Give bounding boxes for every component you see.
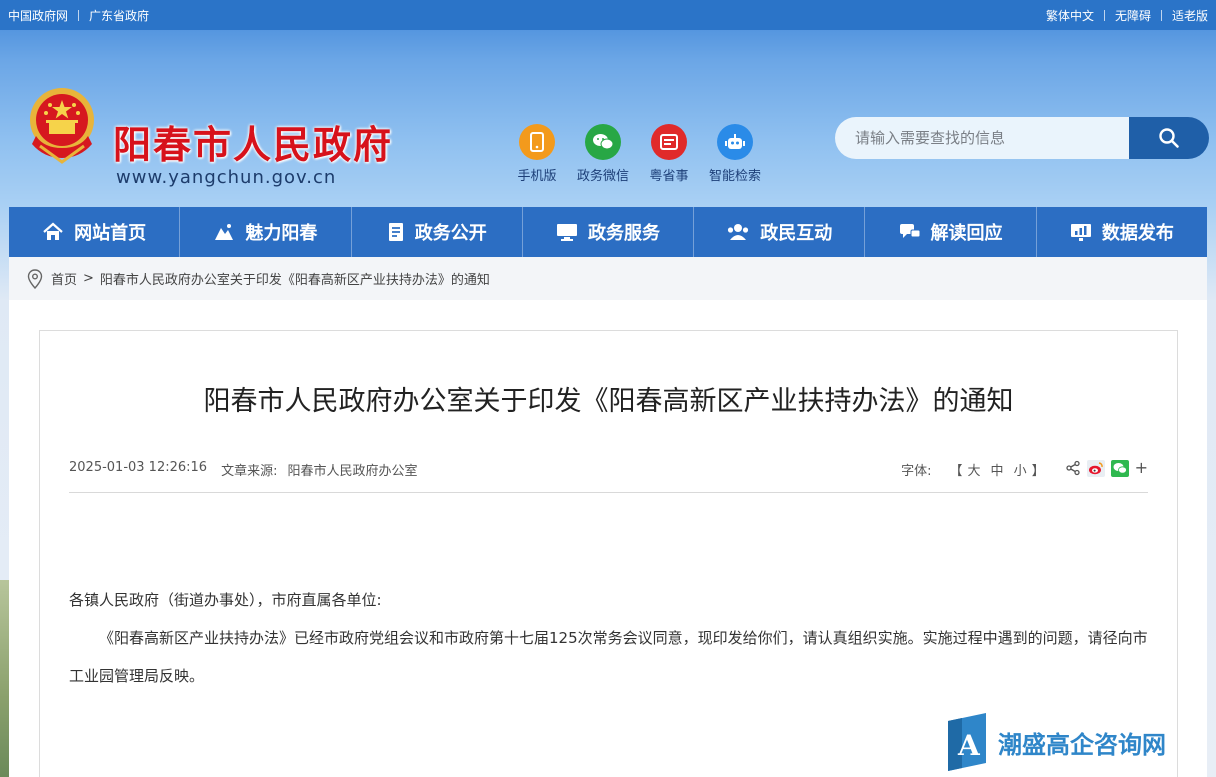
nav-item-interaction[interactable]: 政民互动	[694, 207, 866, 257]
national-emblem-icon	[30, 88, 94, 164]
article-paragraph: 《阳春高新区产业扶持办法》已经市政府党组会议和市政府第十七届125次常务会议同意…	[69, 629, 1148, 685]
search-input[interactable]	[835, 117, 1129, 159]
landscape-icon	[215, 224, 234, 240]
site-url: www.yangchun.gov.cn	[116, 167, 337, 188]
app-label: 政务微信	[576, 169, 629, 184]
search-icon	[1159, 128, 1179, 148]
link-traditional-chinese[interactable]: 繁体中文	[1046, 7, 1094, 24]
article-body: 各镇人民政府（街道办事处），市府直属各单位: 《阳春高新区产业扶持办法》已经市政…	[69, 581, 1148, 695]
watermark-logo-icon: A	[948, 713, 986, 771]
divider	[1103, 9, 1105, 21]
top-bar: 中国政府网 广东省政府 繁体中文 无障碍 适老版	[0, 0, 1216, 30]
chat-icon	[899, 224, 921, 238]
monitor-icon	[556, 224, 577, 241]
font-size-label: 字体:	[901, 464, 932, 479]
breadcrumb-home[interactable]: 首页	[51, 269, 77, 288]
divider	[78, 9, 80, 21]
robot-icon	[717, 124, 753, 160]
link-elderly-mode[interactable]: 适老版	[1172, 7, 1208, 24]
nav-label: 网站首页	[74, 223, 147, 244]
nav-item-gov-service[interactable]: 政务服务	[523, 207, 695, 257]
share-tools: +	[1059, 460, 1148, 477]
article-greeting: 各镇人民政府（街道办事处），市府直属各单位:	[69, 591, 382, 609]
site-header: 阳春市人民政府 www.yangchun.gov.cn 手机版 政务微信 粤省事…	[0, 30, 1216, 207]
nav-label: 政务服务	[587, 223, 660, 244]
source-value: 阳春市人民政府办公室	[287, 464, 418, 479]
watermark: A 潮盛高企咨询网	[948, 713, 1166, 771]
more-share-button[interactable]: +	[1135, 460, 1148, 476]
divider	[1160, 9, 1162, 21]
app-label: 智能检索	[708, 169, 761, 184]
article-panel: 阳春市人民政府办公室关于印发《阳春高新区产业扶持办法》的通知 2025-01-0…	[39, 330, 1178, 777]
wechat-icon	[585, 124, 621, 160]
article-meta: 2025-01-03 12:26:16 文章来源: 阳春市人民政府办公室 字体:…	[69, 460, 1148, 493]
app-yueshengshi[interactable]: 粤省事	[636, 124, 702, 184]
app-label: 手机版	[517, 169, 557, 184]
document-icon	[388, 223, 403, 241]
app-links: 手机版 政务微信 粤省事 智能检索	[504, 124, 768, 184]
site-title[interactable]: 阳春市人民政府	[113, 114, 393, 169]
nav-item-home[interactable]: 网站首页	[9, 207, 181, 257]
bracket-close: 】	[1031, 464, 1045, 479]
nav-label: 政务公开	[414, 223, 487, 244]
mobile-icon	[519, 124, 555, 160]
search-button[interactable]	[1129, 117, 1209, 159]
source-label: 文章来源:	[221, 464, 278, 479]
yueshengshi-icon	[651, 124, 687, 160]
background-scenery	[0, 580, 9, 777]
search-box	[835, 117, 1209, 159]
watermark-text: 潮盛高企咨询网	[998, 729, 1166, 759]
nav-item-data[interactable]: 数据发布	[1037, 207, 1207, 257]
breadcrumb-separator: >	[83, 271, 94, 286]
home-icon	[43, 222, 63, 240]
font-large-button[interactable]: 大	[968, 460, 981, 479]
app-smart-search[interactable]: 智能检索	[702, 124, 768, 184]
font-medium-button[interactable]: 中	[991, 460, 1004, 479]
svg-text:A: A	[957, 729, 981, 762]
app-wechat[interactable]: 政务微信	[570, 124, 636, 184]
main-nav: 网站首页 魅力阳春 政务公开 政务服务 政民互动 解读回应 数据发布	[9, 207, 1207, 257]
publish-date: 2025-01-03 12:26:16	[69, 460, 208, 475]
weibo-icon[interactable]	[1086, 460, 1105, 477]
nav-label: 数据发布	[1101, 223, 1174, 244]
nav-item-interpretation[interactable]: 解读回应	[865, 207, 1037, 257]
nav-label: 解读回应	[930, 223, 1003, 244]
nav-item-gov-info[interactable]: 政务公开	[352, 207, 523, 257]
link-china-gov[interactable]: 中国政府网	[8, 7, 68, 24]
breadcrumb: 首页 > 阳春市人民政府办公室关于印发《阳春高新区产业扶持办法》的通知	[9, 257, 1207, 300]
nav-label: 魅力阳春	[245, 223, 318, 244]
link-accessibility[interactable]: 无障碍	[1115, 7, 1151, 24]
app-label: 粤省事	[649, 169, 689, 184]
link-guangdong-gov[interactable]: 广东省政府	[89, 7, 149, 24]
bracket-open: 【	[949, 464, 963, 479]
font-small-button[interactable]: 小	[1014, 460, 1027, 479]
people-icon	[728, 224, 749, 240]
location-pin-icon	[27, 268, 43, 289]
data-icon	[1070, 224, 1091, 241]
wechat-share-icon[interactable]	[1110, 460, 1129, 477]
breadcrumb-current[interactable]: 阳春市人民政府办公室关于印发《阳春高新区产业扶持办法》的通知	[100, 269, 490, 288]
nav-label: 政民互动	[760, 223, 833, 244]
share-icon[interactable]	[1065, 460, 1081, 476]
app-mobile[interactable]: 手机版	[504, 124, 570, 184]
article-title: 阳春市人民政府办公室关于印发《阳春高新区产业扶持办法》的通知	[203, 386, 1014, 417]
nav-item-charm[interactable]: 魅力阳春	[180, 207, 352, 257]
content-area: 阳春市人民政府办公室关于印发《阳春高新区产业扶持办法》的通知 2025-01-0…	[9, 300, 1207, 777]
